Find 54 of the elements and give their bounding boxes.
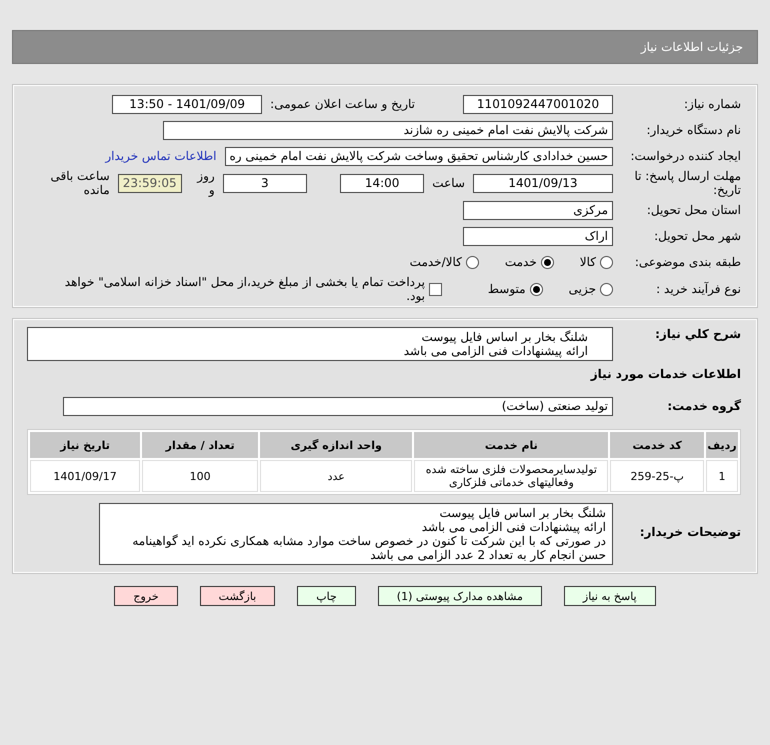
category-radio[interactable]: کالا	[580, 255, 613, 269]
treasury-checkbox[interactable]: پرداخت تمام یا بخشی از مبلغ خرید،از محل "اسناد خزانه اسلامی" خواهد بود.	[45, 275, 442, 303]
table-cell: پ-25-259	[610, 460, 704, 492]
days-label: روز و	[196, 169, 215, 197]
column-header: کد خدمت	[610, 432, 704, 458]
province-field: مرکزی	[463, 200, 613, 220]
field-label: استان محل تحویل:	[646, 203, 741, 217]
field-label: طبقه بندی موضوعی:	[634, 255, 741, 269]
action-button[interactable]: بازگشت	[200, 586, 276, 606]
action-button[interactable]: چاپ	[297, 586, 356, 606]
column-header: واحد اندازه گیری	[260, 432, 412, 458]
field-label: شماره نیاز:	[683, 97, 741, 111]
deadline-date-field: 1401/09/13	[472, 174, 613, 192]
field-label: مهلت ارسال پاسخ: تا تاریخ:	[633, 169, 741, 197]
announce-date-field: 1401/09/09 - 13:50	[112, 94, 262, 114]
table-cell: عدد	[260, 460, 412, 492]
need-number-field: 1101092447001020	[463, 94, 613, 114]
table-cell: 1401/09/17	[30, 460, 140, 492]
deadline-time-field: 14:00	[340, 174, 424, 192]
action-button[interactable]: خروج	[114, 586, 178, 606]
days-field: 3	[222, 174, 307, 192]
field-label: توضیحات خریدار:	[638, 525, 741, 539]
remaining-time-field: 23:59:05	[118, 174, 182, 192]
field-label: تاریخ و ساعت اعلان عمومی:	[270, 97, 415, 111]
column-header: نام خدمت	[414, 432, 608, 458]
buyer-notes-box: شلنگ بخار بر اساس فایل پیوست ارائه پیشنهادات فنی الزامی می باشد در صورتی که با این شرکت تا کنون در خصوص ساخت موارد مشابه همکاری نکرده اید گواهینامه حسن انجام کار به تعداد 2 عدد الزامی می باشد	[99, 503, 613, 565]
buyer-contact-link[interactable]: اطلاعات تماس خریدار	[105, 149, 216, 163]
table-cell: 1	[706, 460, 738, 492]
field-label: نوع فرآیند خرید :	[655, 282, 741, 296]
requester-field: حسین خدادادی کارشناس تحقیق وساخت شرکت پالایش نفت امام خمینی ره	[224, 146, 613, 166]
time-label: ساعت	[432, 176, 465, 190]
action-button[interactable]: مشاهده مدارک پیوستی (1)	[378, 586, 542, 606]
purchase-type-radio[interactable]: جزیی	[568, 282, 613, 296]
field-label: گروه خدمت:	[666, 399, 741, 413]
category-radio[interactable]: خدمت	[504, 255, 554, 269]
category-radio[interactable]: کالا/خدمت	[410, 255, 479, 269]
action-button[interactable]: پاسخ به نیاز	[564, 586, 656, 606]
field-label: ایجاد کننده درخواست:	[629, 149, 741, 163]
purchase-type-radio[interactable]: متوسط	[488, 282, 543, 296]
column-header: تاریخ نیاز	[30, 432, 140, 458]
header-title: جزئیات اطلاعات نیاز	[640, 40, 743, 54]
field-label: نام دستگاه خریدار:	[646, 123, 741, 137]
summary-textarea: شلنگ بخار بر اساس فایل پیوست ارائه پیشنهادات فنی الزامی می باشد	[27, 327, 613, 361]
section-heading: اطلاعات خدمات مورد نیاز	[590, 367, 741, 381]
field-label: شهر محل تحویل:	[653, 229, 741, 243]
buyer-org-field: شرکت پالایش نفت امام خمینی ره شازند	[163, 120, 613, 140]
service-group-field: تولید صنعتی (ساخت)	[63, 396, 613, 416]
column-header: ردیف	[706, 432, 738, 458]
column-header: تعداد / مقدار	[142, 432, 258, 458]
field-label: شرح کلي نياز:	[654, 327, 741, 341]
remaining-label: ساعت باقی مانده	[49, 169, 110, 197]
city-field: اراک	[463, 226, 613, 246]
table-cell: تولیدسایرمحصولات فلزی ساخته شده وفعالیتهای خدماتی فلزکاری	[414, 460, 608, 492]
table-cell: 100	[142, 460, 258, 492]
